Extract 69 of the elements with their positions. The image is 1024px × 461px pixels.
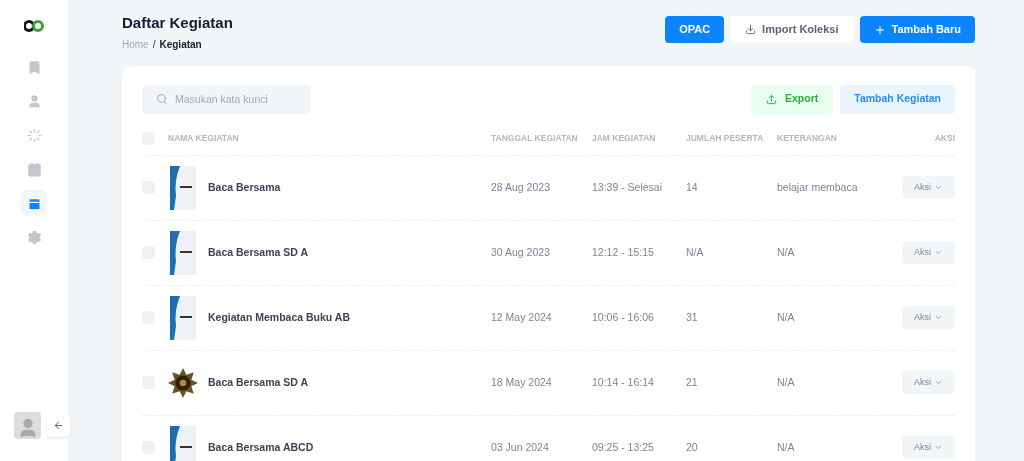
plus-icon (873, 23, 886, 36)
column-header: JUMLAH PESERTA (686, 131, 765, 145)
chevron-down-icon (934, 248, 943, 257)
page-title: Daftar Kegiatan (122, 13, 233, 33)
action-dropdown[interactable]: Aksi (902, 241, 955, 264)
user-icon (26, 93, 42, 109)
avatar[interactable] (14, 412, 41, 439)
table-cell-text: 03 Jun 2024 (491, 439, 550, 455)
table-cell-text: 12:12 - 15:15 (592, 244, 655, 260)
bookmark-icon (26, 59, 42, 75)
book-cover-icon (170, 425, 196, 461)
column-header: AKSI (933, 131, 955, 145)
action-dropdown[interactable]: Aksi (902, 176, 955, 199)
book-cover-icon (170, 230, 196, 275)
opac-button[interactable]: OPAC (665, 16, 725, 43)
activity-name: Baca Bersama (208, 179, 281, 195)
activity-name: Baca Bersama SD A (208, 244, 308, 260)
book-cover-icon (170, 165, 196, 210)
column-header: KETERANGAN (777, 131, 838, 145)
table-cell-text: N/A (777, 244, 796, 260)
table-cell-text: 20 (686, 439, 699, 455)
table-cell-text: N/A (777, 374, 796, 390)
export-button[interactable]: Export (751, 84, 834, 114)
table-cell-text: 14 (686, 179, 699, 195)
activity-name: Baca Bersama ABCD (208, 439, 314, 455)
column-header: TANGGAL KEGIATAN (491, 131, 579, 145)
calendar-icon (26, 195, 42, 211)
table-cell-text: 09:25 - 13:25 (592, 439, 655, 455)
action-dropdown[interactable]: Aksi (902, 306, 955, 329)
table-cell-text: belajar membaca (777, 179, 859, 195)
add-button[interactable]: Tambah Baru (859, 16, 975, 43)
back-arrow-icon (53, 420, 64, 431)
table-cell-text: 31 (686, 309, 699, 325)
chevron-down-icon (934, 443, 943, 452)
table-cell-text: 10:06 - 16:06 (592, 309, 655, 325)
download-icon (745, 24, 757, 35)
table-cell-text: N/A (777, 439, 796, 455)
search-field[interactable]: Masukan kata kunci (142, 84, 311, 114)
table-cell-text: 12 May 2024 (491, 309, 553, 325)
collapse-button[interactable] (47, 414, 70, 437)
table-cell-text: N/A (686, 244, 705, 260)
sidebar-item[interactable] (21, 190, 47, 216)
settings-icon (26, 229, 42, 245)
table-cell-text: 13:39 - Selesai (592, 179, 664, 195)
loop-icon (26, 127, 42, 143)
table-cell-text: 18 May 2024 (491, 374, 553, 390)
search-icon (156, 92, 168, 105)
logo-icon (24, 20, 44, 32)
activity-name: Baca Bersama SD A (208, 374, 308, 390)
book-cover-icon (170, 295, 196, 340)
chevron-down-icon (934, 183, 943, 192)
table-cell-text: 21 (686, 374, 699, 390)
column-header: NAMA KEGIATAN (168, 131, 240, 145)
column-header: JAM KEGIATAN (592, 131, 657, 145)
import-button[interactable]: Import Koleksi (731, 16, 853, 43)
breadcrumb-item: Kegiatan (159, 37, 202, 52)
breadcrumb-item[interactable]: Home (122, 36, 149, 52)
upload-icon (766, 93, 777, 105)
activity-name: Kegiatan Membaca Buku AB (208, 309, 350, 325)
add-activity-button[interactable]: Tambah Kegiatan (840, 84, 955, 114)
chevron-down-icon (934, 313, 943, 322)
table-cell-text: N/A (777, 309, 796, 325)
table-cell-text: 28 Aug 2023 (491, 179, 551, 195)
action-dropdown[interactable]: Aksi (902, 436, 955, 459)
action-dropdown[interactable]: Aksi (902, 371, 955, 394)
table-cell-text: 10:14 - 16:14 (592, 374, 655, 390)
breadcrumb-separator: / (152, 37, 156, 52)
chevron-down-icon (934, 378, 943, 387)
table-cell-text: 30 Aug 2023 (491, 244, 551, 260)
